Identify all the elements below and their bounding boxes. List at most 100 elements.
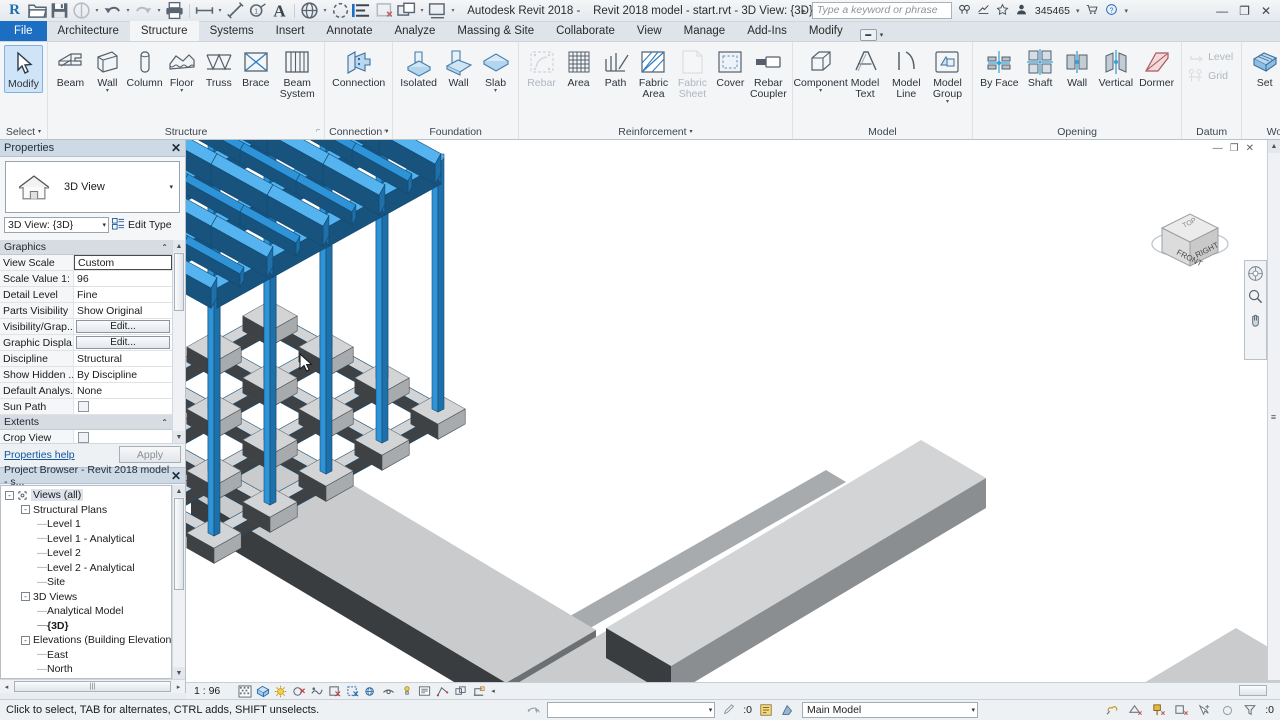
sun-path-icon[interactable]: [273, 684, 288, 699]
select-pinned-elements-icon[interactable]: [1150, 702, 1166, 718]
project-browser-scrollbar[interactable]: ▲ ▼: [172, 485, 185, 679]
3d-model-canvas[interactable]: [186, 140, 1280, 693]
ribbon-button-model-text[interactable]: Model Text: [844, 45, 885, 102]
properties-scroll-up-icon[interactable]: ▲: [173, 240, 185, 252]
pan-icon[interactable]: [1246, 310, 1265, 329]
zoom-region-icon[interactable]: [1246, 287, 1265, 306]
pb-scroll-thumb[interactable]: [174, 498, 184, 590]
ribbon-tab-collaborate[interactable]: Collaborate: [545, 21, 626, 41]
close-hidden-windows-icon[interactable]: [374, 1, 395, 20]
ribbon-panel-dropdown-arrow-icon[interactable]: ▾: [38, 125, 41, 139]
view-scale-label[interactable]: 1 : 96: [194, 685, 220, 697]
detail-level-icon[interactable]: [237, 684, 252, 699]
show-analytical-model-icon[interactable]: [435, 684, 450, 699]
ribbon-button-isolated[interactable]: Isolated: [397, 45, 440, 91]
properties-scrollbar[interactable]: ▲ ▼: [172, 240, 185, 443]
browser-node-views-all[interactable]: - Views (all): [1, 488, 171, 503]
open-icon[interactable]: [27, 1, 48, 20]
browser-node-level-1[interactable]: — Level 1: [1, 517, 171, 532]
ribbon-tab-add-ins[interactable]: Add-Ins: [736, 21, 798, 41]
ribbon-button-floor[interactable]: Floor ▾: [163, 45, 200, 96]
reveal-hidden-elements-icon[interactable]: [399, 684, 414, 699]
redo-icon[interactable]: [133, 1, 154, 20]
workset-dropdown-arrow-icon[interactable]: ▾: [709, 706, 713, 714]
properties-group-collapse-icon[interactable]: ⌃: [161, 418, 168, 427]
ribbon-button-modify[interactable]: Modify: [4, 45, 43, 93]
drag-elements-on-selection-icon[interactable]: [1196, 702, 1212, 718]
qat-overflow-arrow-icon[interactable]: ▾: [449, 7, 457, 14]
drawing-area[interactable]: — ❐ ✕ FRONT RIGHT TOP ▲ ≡: [186, 140, 1280, 693]
tree-toggle-icon[interactable]: -: [21, 505, 30, 515]
property-value[interactable]: Fine: [74, 287, 172, 302]
crop-view-icon[interactable]: [327, 684, 342, 699]
tag-icon[interactable]: 1: [247, 1, 268, 20]
browser-node-site[interactable]: — Site: [1, 575, 171, 590]
view-cube[interactable]: FRONT RIGHT TOP: [1142, 178, 1238, 274]
ribbon-button-truss[interactable]: Truss: [200, 45, 237, 91]
ribbon-button-dropdown-arrow-icon[interactable]: ▾: [106, 88, 109, 94]
ribbon-button-wall[interactable]: Wall: [440, 45, 477, 91]
ribbon-button-cover[interactable]: Cover: [712, 45, 749, 91]
help-icon[interactable]: ?: [1105, 3, 1118, 19]
switch-windows-dropdown-arrow-icon[interactable]: ▾: [418, 7, 426, 14]
pb-hscroll-right-icon[interactable]: ▸: [172, 683, 185, 691]
ribbon-tab-massing-site[interactable]: Massing & Site: [446, 21, 545, 41]
save-as-icon[interactable]: [71, 1, 92, 20]
view-control-overflow-icon[interactable]: ◂: [491, 687, 495, 695]
ribbon-button-brace[interactable]: Brace: [237, 45, 274, 91]
undo-icon[interactable]: [102, 1, 123, 20]
view-restore-icon[interactable]: ❐: [1230, 143, 1239, 154]
property-checkbox[interactable]: [78, 401, 89, 412]
browser-node-east[interactable]: — East: [1, 648, 171, 663]
ribbon-tab-manage[interactable]: Manage: [673, 21, 737, 41]
print-icon[interactable]: [164, 1, 185, 20]
autodesk-app-store-icon[interactable]: [1085, 3, 1099, 19]
ribbon-button-by-face[interactable]: By Face: [977, 45, 1022, 91]
render-dialog-icon[interactable]: [309, 684, 324, 699]
type-selector-dropdown-arrow-icon[interactable]: ▾: [169, 183, 173, 191]
ribbon-tab-file[interactable]: File: [0, 21, 47, 41]
ribbon-button-beam[interactable]: Beam: [52, 45, 89, 91]
measure-dropdown-arrow-icon[interactable]: ▾: [216, 7, 224, 14]
browser-node-3d-views[interactable]: -3D Views: [1, 590, 171, 605]
search-icon[interactable]: [958, 3, 971, 19]
type-selector[interactable]: 3D View ▾: [5, 161, 180, 213]
text-icon[interactable]: A: [269, 1, 290, 20]
default-3d-view-icon[interactable]: [299, 1, 320, 20]
ribbon-button-set[interactable]: Set: [1246, 45, 1280, 91]
thin-lines-icon[interactable]: [352, 1, 373, 20]
ribbon-button-dropdown-arrow-icon[interactable]: ▾: [819, 88, 822, 94]
property-value[interactable]: Custom: [74, 255, 172, 270]
pb-scroll-up-icon[interactable]: ▲: [173, 485, 185, 497]
browser-node-structural-plans[interactable]: - Structural Plans: [1, 503, 171, 518]
main-model-combo[interactable]: Main Model ▾: [801, 702, 978, 718]
revit-logo-icon[interactable]: R: [3, 1, 26, 20]
browser-node-north[interactable]: — North: [1, 662, 171, 677]
property-edit-button[interactable]: Edit...: [76, 320, 170, 333]
select-underlay-elements-icon[interactable]: [1127, 702, 1143, 718]
ribbon-button-fabric-area[interactable]: Fabric Area: [634, 45, 673, 102]
browser-node-level-2-analytical[interactable]: — Level 2 - Analytical: [1, 561, 171, 576]
active-design-option-icon[interactable]: [780, 702, 796, 718]
ribbon-minimize-icon[interactable]: ▬: [859, 29, 877, 41]
sign-in-icon[interactable]: [1015, 3, 1028, 19]
tree-toggle-icon[interactable]: -: [5, 490, 14, 500]
property-value[interactable]: Edit...: [74, 335, 172, 350]
ribbon-button-dropdown-arrow-icon[interactable]: ▾: [946, 99, 949, 105]
main-model-dropdown-arrow-icon[interactable]: ▾: [971, 706, 975, 714]
ribbon-button-wall[interactable]: Wall ▾: [89, 45, 126, 96]
property-value[interactable]: By Discipline: [74, 367, 172, 382]
favorites-icon[interactable]: [996, 3, 1009, 19]
view-instance-combo[interactable]: 3D View: {3D} ▾: [4, 217, 109, 233]
ribbon-button-path[interactable]: Path: [597, 45, 634, 91]
design-options-icon[interactable]: [758, 702, 774, 718]
pb-scroll-down-icon[interactable]: ▼: [173, 667, 185, 679]
ribbon-tab-modify[interactable]: Modify: [798, 21, 854, 41]
browser-node-level-1-analytical[interactable]: — Level 1 - Analytical: [1, 532, 171, 547]
ribbon-tab-view[interactable]: View: [626, 21, 673, 41]
temporary-view-properties-icon[interactable]: [417, 684, 432, 699]
browser-node-analytical-model[interactable]: — Analytical Model: [1, 604, 171, 619]
section-icon[interactable]: [330, 1, 351, 20]
property-value[interactable]: [74, 399, 172, 414]
property-value[interactable]: None: [74, 383, 172, 398]
